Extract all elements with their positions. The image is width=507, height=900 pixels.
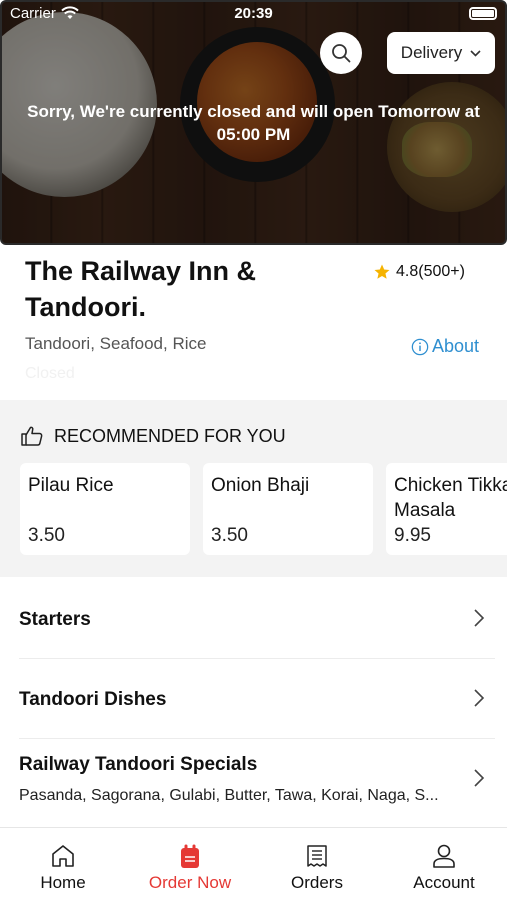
cuisine-list: Tandoori, Seafood, Rice: [25, 334, 207, 353]
battery-icon: [469, 7, 497, 20]
chevron-right-icon: [474, 609, 485, 627]
recommended-item-price: 3.50: [28, 525, 65, 546]
search-icon: [332, 44, 351, 63]
category-title: Tandoori Dishes: [19, 689, 167, 710]
closed-message: Sorry, We're currently closed and will o…: [27, 102, 480, 144]
chevron-down-icon: [470, 49, 481, 57]
recommended-item-card[interactable]: Onion Bhaji 3.50: [203, 463, 373, 555]
order-bag-icon: [181, 844, 199, 868]
recommended-item-name: Chicken Tikka: [394, 475, 507, 496]
tab-home[interactable]: Home: [0, 828, 126, 900]
recommended-item-name: Onion Bhaji: [211, 475, 310, 496]
recommended-item-card[interactable]: Chicken Tikka Masala 9.95: [386, 463, 507, 555]
recommended-item-name-line2: Masala: [394, 500, 456, 521]
delivery-mode-label: Delivery: [400, 43, 463, 62]
info-icon: [411, 338, 429, 355]
tab-order-now[interactable]: Order Now: [127, 828, 253, 900]
category-row: Tandoori Dishes: [19, 659, 495, 739]
receipt-icon: [307, 845, 327, 867]
delivery-mode-dropdown[interactable]: Delivery: [387, 32, 495, 74]
category-subtitle: Pasanda, Sagorana, Gulabi, Butter, Tawa,…: [19, 787, 439, 804]
rating-value: 4.8(500+): [396, 263, 465, 280]
category-row: Starters: [19, 578, 495, 659]
recommended-header: RECOMMENDED FOR YOU: [20, 425, 286, 447]
category-starters[interactable]: Starters: [0, 578, 507, 659]
recommended-item-price: 9.95: [394, 525, 431, 546]
category-railway-tandoori-specials[interactable]: Railway Tandoori Specials Pasanda, Sagor…: [0, 739, 507, 827]
recommended-item-price: 3.50: [211, 525, 248, 546]
open-status-text: Closed: [25, 365, 75, 382]
star-icon: [374, 264, 390, 279]
category-tandoori-dishes[interactable]: Tandoori Dishes: [0, 659, 507, 739]
chevron-right-icon: [474, 689, 485, 707]
recommended-title: RECOMMENDED FOR YOU: [54, 425, 286, 446]
recommended-carousel[interactable]: Pilau Rice 3.50 Onion Bhaji 3.50 Chicken…: [20, 463, 507, 555]
tab-label: Home: [40, 873, 86, 892]
category-row: Railway Tandoori Specials Pasanda, Sagor…: [19, 739, 495, 827]
about-label: About: [432, 336, 480, 356]
status-bar: Carrier 20:39: [0, 0, 507, 28]
category-title: Railway Tandoori Specials: [19, 754, 258, 775]
category-title: Starters: [19, 609, 91, 630]
chevron-right-icon: [474, 769, 485, 787]
bottom-tab-bar: Home Order Now Orders Account: [0, 827, 507, 900]
tab-account[interactable]: Account: [381, 828, 507, 900]
home-icon: [52, 845, 74, 867]
thumbs-up-icon: [21, 426, 43, 446]
about-link[interactable]: About: [411, 336, 479, 357]
clock: 20:39: [234, 5, 273, 22]
recommended-section: RECOMMENDED FOR YOU Pilau Rice 3.50 Onio…: [0, 400, 507, 577]
tab-orders[interactable]: Orders: [254, 828, 380, 900]
recommended-item-card[interactable]: Pilau Rice 3.50: [20, 463, 190, 555]
tab-label: Order Now: [148, 873, 232, 892]
recommended-item-name: Pilau Rice: [28, 475, 114, 496]
restaurant-name: The Railway Inn & Tandoori.: [25, 256, 257, 322]
rating: 4.8(500+): [373, 263, 465, 281]
person-icon: [433, 844, 455, 868]
tab-label: Account: [413, 873, 475, 892]
tab-label: Orders: [291, 873, 343, 892]
search-button[interactable]: [320, 32, 362, 74]
